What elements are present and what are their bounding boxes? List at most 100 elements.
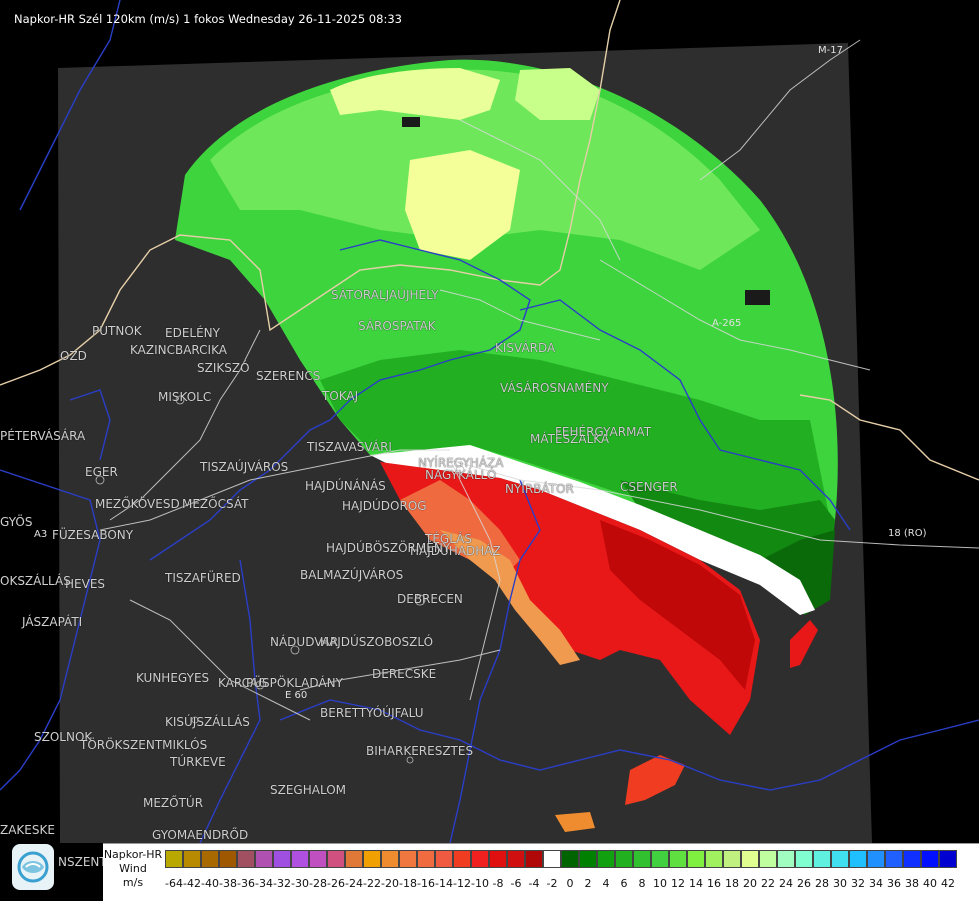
legend-swatch — [903, 850, 921, 868]
legend-tick-label: 24 — [779, 877, 793, 890]
legend-swatch — [921, 850, 939, 868]
legend-tick-label: -12 — [453, 877, 471, 890]
legend-swatch — [939, 850, 957, 868]
legend-swatch — [345, 850, 363, 868]
town-label: HAJDÚBÖSZÖRMÉNY — [326, 541, 451, 555]
town-label: BALMAZÚJVÁROS — [300, 568, 404, 582]
town-label: SZEGHALOM — [270, 783, 347, 797]
town-label: FEHÉRGYARMAT — [555, 425, 652, 439]
legend-tick-label: 8 — [638, 877, 646, 890]
legend-tick-label: -40 — [201, 877, 219, 890]
legend-swatch — [795, 850, 813, 868]
legend-tick-label: 18 — [725, 877, 739, 890]
town-label: SÁTORALJAÚJHELY — [331, 288, 439, 302]
legend-tick-label: 26 — [797, 877, 811, 890]
map-title: Napkor-HR Szél 120km (m/s) 1 fokos Wedne… — [14, 12, 402, 26]
legend-tick-label: 32 — [851, 877, 865, 890]
road-label: A3 — [34, 529, 48, 540]
legend-swatch — [183, 850, 201, 868]
legend-tick-label: 10 — [653, 877, 667, 890]
town-label: CSENGER — [620, 480, 678, 494]
town-label: DEBRECEN — [397, 592, 463, 606]
legend-title-line3: m/s — [122, 876, 144, 889]
road-label: A-265 — [712, 318, 742, 329]
legend-tick-label: 30 — [833, 877, 847, 890]
legend-tick-label: -34 — [255, 877, 273, 890]
legend-tick-label: -28 — [309, 877, 327, 890]
town-label: TISZAÚJVÁROS — [200, 460, 289, 474]
legend-swatches — [165, 850, 957, 868]
town-label: KAZINCBARCIKA — [130, 343, 227, 357]
legend-swatch — [291, 850, 309, 868]
legend-swatch — [813, 850, 831, 868]
legend-tick-label: 2 — [584, 877, 592, 890]
legend-swatch — [579, 850, 597, 868]
road-label: E 60 — [285, 690, 308, 701]
legend-swatch — [453, 850, 471, 868]
legend-swatch — [219, 850, 237, 868]
legend-tick-label: 4 — [602, 877, 610, 890]
legend-swatch — [651, 850, 669, 868]
town-label: SZIKSZÓ — [197, 361, 250, 375]
legend-swatch — [633, 850, 651, 868]
legend-tick-label: -32 — [273, 877, 291, 890]
town-label: KISÚJSZÁLLÁS — [165, 715, 250, 729]
town-label: VÁSÁROSNAMÉNY — [500, 381, 609, 395]
legend-swatch — [381, 850, 399, 868]
legend-swatch — [741, 850, 759, 868]
legend-swatch — [255, 850, 273, 868]
legend-swatch — [165, 850, 183, 868]
legend-swatch — [669, 850, 687, 868]
legend-swatch — [363, 850, 381, 868]
town-label: OKSZÁLLÁS — [0, 574, 71, 588]
legend-swatch — [471, 850, 489, 868]
legend-title-line2: Wind — [119, 862, 147, 875]
legend-swatch — [777, 850, 795, 868]
legend-tick-label: -10 — [471, 877, 489, 890]
legend-swatch — [273, 850, 291, 868]
town-label: BIHARKERESZTES — [366, 744, 474, 758]
legend-swatch — [885, 850, 903, 868]
legend-tick-label: 12 — [671, 877, 685, 890]
legend-tick-label: -6 — [510, 877, 522, 890]
road-label: 18 (RO) — [888, 528, 927, 539]
town-label: SZERENCS — [256, 369, 321, 383]
town-label: MEZŐCSÁT — [182, 497, 249, 511]
legend-tick-label: 28 — [815, 877, 829, 890]
town-label: KISVÁRDA — [495, 341, 556, 355]
legend-swatch — [525, 850, 543, 868]
legend-swatch — [435, 850, 453, 868]
legend-tick-label: -18 — [399, 877, 417, 890]
legend-tick-label: -30 — [291, 877, 309, 890]
legend-tick-label: 40 — [923, 877, 937, 890]
town-label: JÁSZAPÁTI — [22, 615, 83, 629]
legend-tick-label: 42 — [941, 877, 955, 890]
legend-swatch — [309, 850, 327, 868]
legend-tick-label: -42 — [183, 877, 201, 890]
town-label: TOKAJ — [322, 389, 359, 403]
legend-tick-label: -14 — [435, 877, 453, 890]
town-label: OZD — [60, 349, 87, 363]
town-label: NYÍRBÁTOR — [505, 482, 574, 496]
legend-tick-label: 20 — [743, 877, 757, 890]
legend-swatch — [201, 850, 219, 868]
legend-tick-label: 0 — [566, 877, 574, 890]
town-label: HAJDÚDOROG — [342, 499, 427, 513]
legend-swatch — [867, 850, 885, 868]
legend-tick-label: -22 — [363, 877, 381, 890]
town-label: TÖRÖKSZENTMIKLÓS — [80, 738, 208, 752]
legend-tick-label: 36 — [887, 877, 901, 890]
legend-swatch — [723, 850, 741, 868]
town-label: GYÖS — [0, 515, 33, 529]
town-label: KUNHEGYES — [136, 671, 210, 685]
town-label: TISZAVASVÁRI — [307, 440, 392, 454]
legend-tick-label: -38 — [219, 877, 237, 890]
logo-icon — [12, 844, 54, 890]
town-label: BERETTYÓÚJFALU — [320, 706, 424, 720]
town-label: MEZŐKÖVESD — [95, 497, 180, 511]
legend-swatch — [237, 850, 255, 868]
legend-swatch — [399, 850, 417, 868]
town-label: TÚRKEVE — [170, 755, 226, 769]
legend-tick-label: -8 — [492, 877, 504, 890]
legend-tick-label: -20 — [381, 877, 399, 890]
